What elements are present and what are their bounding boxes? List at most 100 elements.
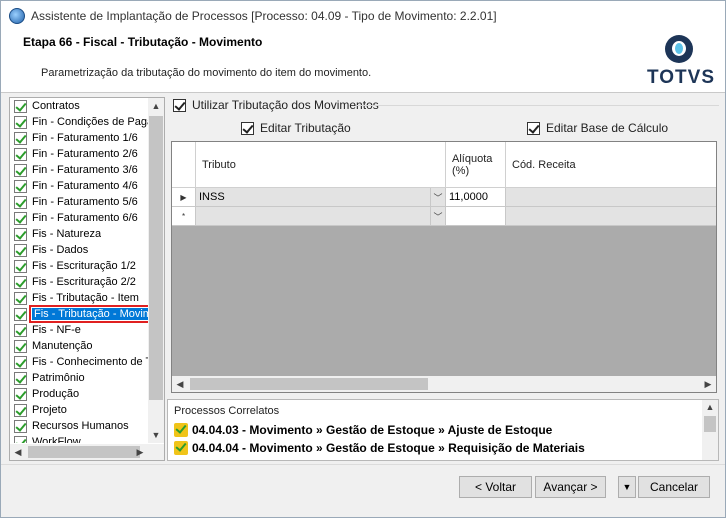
scroll-left-icon[interactable]: ◀	[172, 376, 188, 392]
tree-item[interactable]: Fis - NF-e	[10, 322, 149, 338]
tree-item[interactable]: Fin - Faturamento 1/6	[10, 130, 149, 146]
checkbox-checked-icon[interactable]	[14, 435, 27, 443]
column-header-aliquota[interactable]: Alíquota (%)	[446, 142, 506, 187]
tree-item[interactable]: Fin - Faturamento 3/6	[10, 162, 149, 178]
edit-taxation-label: Editar Tributação	[260, 121, 351, 135]
tree-item[interactable]: Fin - Faturamento 6/6	[10, 210, 149, 226]
scroll-thumb[interactable]	[704, 416, 716, 432]
scroll-right-icon[interactable]: ▶	[132, 444, 148, 460]
edit-taxation-checkbox[interactable]: Editar Tributação	[241, 121, 351, 135]
checkbox-checked-icon[interactable]	[14, 307, 27, 321]
tributo-combo[interactable]: INSS ﹀	[196, 188, 446, 207]
tree-vertical-scrollbar[interactable]: ▲ ▼	[148, 98, 164, 443]
window-title: Assistente de Implantação de Processos […	[31, 9, 497, 23]
tree-item[interactable]: Fin - Faturamento 4/6	[10, 178, 149, 194]
checkbox-checked-icon[interactable]	[14, 163, 27, 177]
checkbox-checked-icon[interactable]	[14, 147, 27, 161]
chevron-down-icon[interactable]: ﹀	[430, 188, 445, 206]
related-process-item[interactable]: 04.04.03 - Movimento » Gestão de Estoque…	[174, 423, 552, 437]
checkbox-checked-icon[interactable]	[14, 259, 27, 273]
tree-item[interactable]: Projeto	[10, 402, 149, 418]
checkbox-checked-icon[interactable]	[14, 291, 27, 305]
related-process-label: 04.04.03 - Movimento » Gestão de Estoque…	[192, 423, 553, 437]
tree-item[interactable]: Contratos	[10, 98, 149, 114]
tree-item-label: WorkFlow	[32, 436, 81, 443]
cancel-button[interactable]: Cancelar	[638, 476, 710, 498]
logo-text: TOTVS	[647, 67, 715, 88]
cod-receita-cell-new[interactable]	[506, 207, 716, 226]
scroll-thumb[interactable]	[190, 378, 428, 390]
table-row[interactable]: ▶ INSS ﹀ 11,0000	[172, 188, 716, 207]
tree-item[interactable]: Fin - Faturamento 5/6	[10, 194, 149, 210]
new-table-row[interactable]: * ﹀	[172, 207, 716, 226]
next-button[interactable]: Avançar >	[535, 476, 606, 498]
logo-icon	[665, 35, 693, 63]
tree-item[interactable]: Fin - Faturamento 2/6	[10, 146, 149, 162]
tree-item[interactable]: Fis - Conhecimento de T	[10, 354, 149, 370]
checkbox-checked-icon[interactable]	[14, 339, 27, 353]
tree-item[interactable]: Fis - Tributação - Movim	[10, 305, 149, 323]
row-header-corner	[172, 142, 196, 187]
dropdown-menu-button[interactable]: ▼	[618, 476, 636, 498]
scroll-thumb[interactable]	[149, 116, 163, 400]
checkbox-checked-icon[interactable]	[14, 99, 27, 113]
related-process-item[interactable]: 04.04.04 - Movimento » Gestão de Estoque…	[174, 441, 585, 455]
tree-item[interactable]: Fis - Escrituração 2/2	[10, 274, 149, 290]
column-header-cod-receita[interactable]: Cód. Receita	[506, 142, 716, 187]
wizard-header: Etapa 66 - Fiscal - Tributação - Movimen…	[1, 31, 725, 93]
tree-item[interactable]: Fis - Dados	[10, 242, 149, 258]
taxation-panel: Utilizar Tributação dos Movimentos Edita…	[167, 97, 719, 395]
tree-item[interactable]: Patrimônio	[10, 370, 149, 386]
tree-item[interactable]: Produção	[10, 386, 149, 402]
checkbox-checked-icon[interactable]	[14, 179, 27, 193]
scroll-thumb[interactable]	[28, 446, 140, 458]
use-taxation-checkbox[interactable]: Utilizar Tributação dos Movimentos	[173, 98, 379, 112]
edit-base-checkbox[interactable]: Editar Base de Cálculo	[527, 121, 668, 135]
aliquota-input[interactable]: 11,0000	[446, 188, 506, 207]
checkbox-checked-icon[interactable]	[173, 98, 186, 112]
title-bar: Assistente de Implantação de Processos […	[1, 1, 725, 31]
cod-receita-cell[interactable]	[506, 188, 716, 207]
grid-horizontal-scrollbar[interactable]: ◀ ▶	[172, 376, 716, 392]
tree-item[interactable]: Manutenção	[10, 338, 149, 354]
checkbox-checked-icon[interactable]	[14, 243, 27, 257]
checkbox-checked-icon[interactable]	[527, 121, 540, 135]
tributo-value: INSS	[199, 191, 225, 203]
scroll-up-icon[interactable]: ▲	[148, 98, 164, 114]
checkbox-checked-icon[interactable]	[14, 355, 27, 369]
tree-item[interactable]: Fis - Tributação - Item	[10, 290, 149, 306]
aliquota-input-new[interactable]	[446, 207, 506, 226]
checkbox-checked-icon[interactable]	[14, 115, 27, 129]
checkbox-checked-icon[interactable]	[14, 403, 27, 417]
edit-base-label: Editar Base de Cálculo	[546, 121, 669, 135]
checkbox-checked-icon[interactable]	[14, 227, 27, 241]
checkbox-checked-icon[interactable]	[14, 387, 27, 401]
related-processes-title: Processos Correlatos	[174, 405, 280, 417]
scroll-down-icon[interactable]: ▼	[148, 427, 164, 443]
scroll-right-icon[interactable]: ▶	[700, 376, 716, 392]
tree-item[interactable]: Fis - Escrituração 1/2	[10, 258, 149, 274]
tree-item-label: Fis - Natureza	[32, 228, 102, 240]
column-header-tributo[interactable]: Tributo	[196, 142, 446, 187]
tree-item[interactable]: Recursos Humanos	[10, 418, 149, 434]
chevron-down-icon[interactable]: ﹀	[430, 207, 445, 225]
scroll-up-icon[interactable]: ▲	[702, 400, 718, 414]
checkbox-checked-icon[interactable]	[14, 195, 27, 209]
checkbox-checked-icon[interactable]	[14, 211, 27, 225]
checkbox-checked-icon[interactable]	[14, 323, 27, 337]
back-button[interactable]: < Voltar	[459, 476, 532, 498]
checkbox-checked-icon[interactable]	[14, 371, 27, 385]
checkbox-checked-icon[interactable]	[14, 419, 27, 433]
tributo-combo-new[interactable]: ﹀	[196, 207, 446, 226]
tree-horizontal-scrollbar[interactable]: ◀ ▶	[10, 444, 164, 460]
tree-item[interactable]: Fis - Natureza	[10, 226, 149, 242]
checkbox-checked-icon[interactable]	[14, 131, 27, 145]
triangle-down-icon: ▼	[622, 482, 632, 492]
related-vertical-scrollbar[interactable]: ▲	[702, 400, 718, 460]
step-description: Parametrização da tributação do moviment…	[41, 67, 372, 79]
tree-item[interactable]: Fin - Condições de Paga	[10, 114, 149, 130]
checkbox-checked-icon[interactable]	[241, 121, 254, 135]
scroll-left-icon[interactable]: ◀	[10, 444, 26, 460]
tree-item[interactable]: WorkFlow	[10, 434, 149, 443]
checkbox-checked-icon[interactable]	[14, 275, 27, 289]
